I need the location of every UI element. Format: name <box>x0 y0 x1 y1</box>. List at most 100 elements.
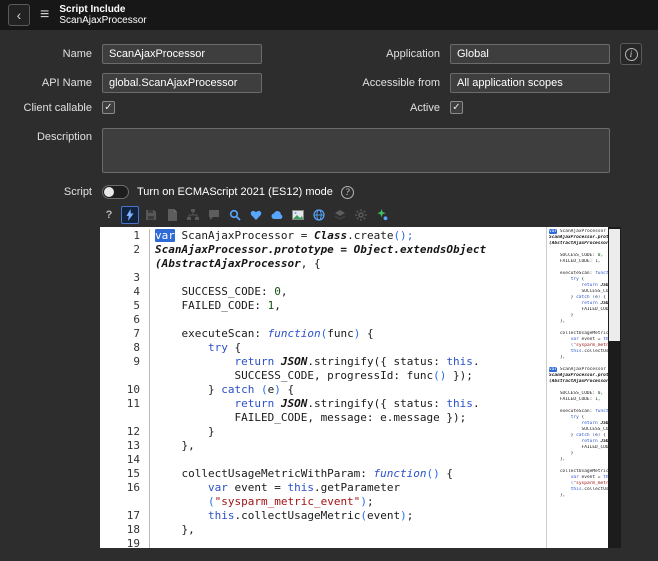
line-number: 18 <box>100 523 150 537</box>
es-mode-toggle-label: Turn on ECMAScript 2021 (ES12) mode <box>137 186 333 198</box>
code-line: ("sysparm_metric_event"); <box>100 495 546 509</box>
line-number: 19 <box>100 537 150 548</box>
record-name-label: ScanAjaxProcessor <box>59 15 147 26</box>
line-number <box>100 495 150 509</box>
active-label: Active <box>410 101 440 114</box>
code-line: 2 ScanAjaxProcessor.prototype = Object.ex… <box>100 243 546 257</box>
name-label: Name <box>62 48 92 60</box>
minimap-line: FAILED_CODE: 1, <box>549 259 601 264</box>
line-number: 6 <box>100 313 150 327</box>
code-line: 7 executeScan: function(func) { <box>100 327 546 341</box>
es-mode-toggle[interactable] <box>102 185 129 199</box>
format-code-button[interactable] <box>121 206 139 224</box>
code-line: SUCCESS_CODE, progressId: func() }); <box>100 369 546 383</box>
gear-button <box>352 206 370 224</box>
script-editor-toolbar: ? <box>100 205 621 225</box>
name-input[interactable] <box>102 44 262 64</box>
script-code-editor[interactable]: 1 var ScanAjaxProcessor = Class.create();… <box>100 227 621 548</box>
es-mode-toggle-group: Turn on ECMAScript 2021 (ES12) mode ? <box>102 185 610 199</box>
line-number <box>100 411 150 425</box>
minimap[interactable]: var ScanAjaxProcessor = Class.create();S… <box>546 227 608 548</box>
help-icon: ? <box>105 209 113 221</box>
line-number: 8 <box>100 341 150 355</box>
application-input[interactable] <box>450 44 610 64</box>
line-number <box>100 369 150 383</box>
cloud-icon <box>271 209 283 221</box>
code-line: 1 var ScanAjaxProcessor = Class.create(); <box>100 229 546 243</box>
line-number: 16 <box>100 481 150 495</box>
line-number: 9 <box>100 355 150 369</box>
editor-scrollbar[interactable] <box>608 227 621 548</box>
api-name-label: API Name <box>41 77 92 89</box>
record-type-label: Script Include <box>59 4 126 15</box>
cloud-button[interactable] <box>268 206 286 224</box>
code-line: 19 <box>100 537 546 548</box>
code-line: 16 var event = this.getParameter <box>100 481 546 495</box>
code-line: 3 <box>100 271 546 285</box>
script-include-form: Name Application i API Name Accessible f… <box>0 30 658 199</box>
ai-assist-button[interactable] <box>373 206 391 224</box>
image-icon <box>292 209 304 221</box>
record-title: Script Include ScanAjaxProcessor <box>59 4 146 26</box>
active-checkbox[interactable]: ✓ <box>450 101 463 114</box>
accessible-from-select[interactable] <box>450 73 610 93</box>
info-icon: i <box>624 47 638 61</box>
save-button <box>142 206 160 224</box>
help-button[interactable]: ? <box>100 206 118 224</box>
line-number: 14 <box>100 453 150 467</box>
line-number: 13 <box>100 439 150 453</box>
back-button[interactable]: ‹ <box>8 4 30 26</box>
line-number: 3 <box>100 271 150 285</box>
api-name-input[interactable] <box>102 73 262 93</box>
code-line: 15 collectUsageMetricWithParam: function… <box>100 467 546 481</box>
code-line: 6 <box>100 313 546 327</box>
code-line: 11 return JSON.stringify({ status: this. <box>100 397 546 411</box>
ai-assist-icon <box>376 209 388 221</box>
accessible-from-label: Accessible from <box>362 77 440 89</box>
line-number: 4 <box>100 285 150 299</box>
code-line: 17 this.collectUsageMetric(event); <box>100 509 546 523</box>
row-script: Script Turn on ECMAScript 2021 (ES12) mo… <box>0 185 658 199</box>
layers-icon <box>334 209 346 221</box>
line-number: 12 <box>100 425 150 439</box>
tree-button <box>184 206 202 224</box>
search-button[interactable] <box>226 206 244 224</box>
search-icon <box>229 209 241 221</box>
code-line: 8 try { <box>100 341 546 355</box>
application-label: Application <box>386 48 440 60</box>
toggle-knob <box>104 187 114 197</box>
code-line: 13 }, <box>100 439 546 453</box>
row-name-application: Name Application i <box>0 43 658 65</box>
line-number: 10 <box>100 383 150 397</box>
globe-help-icon <box>313 209 325 221</box>
code-line: 4 SUCCESS_CODE: 0, <box>100 285 546 299</box>
document-icon <box>166 209 178 221</box>
description-label: Description <box>36 131 92 143</box>
application-info-button[interactable]: i <box>620 43 642 65</box>
description-textarea[interactable] <box>102 128 610 173</box>
line-number: 5 <box>100 299 150 313</box>
bookmark-button[interactable] <box>247 206 265 224</box>
line-number: 17 <box>100 509 150 523</box>
code-line: 10 } catch (e) { <box>100 383 546 397</box>
gear-icon <box>355 209 367 221</box>
editor-scrollbar-thumb[interactable] <box>609 229 620 341</box>
code-line: 5 FAILED_CODE: 1, <box>100 299 546 313</box>
minimap-line: (AbstractAjaxProcessor, { <box>549 379 608 384</box>
line-number: 15 <box>100 467 150 481</box>
image-button[interactable] <box>289 206 307 224</box>
row-description: Description <box>0 128 658 173</box>
row-apiname-accessible: API Name Accessible from <box>0 73 658 93</box>
globe-help-button[interactable] <box>310 206 328 224</box>
line-number: 11 <box>100 397 150 411</box>
code-lines: 1 var ScanAjaxProcessor = Class.create();… <box>100 227 546 548</box>
client-callable-checkbox[interactable]: ✓ <box>102 101 115 114</box>
script-label: Script <box>63 186 92 198</box>
layers-button <box>331 206 349 224</box>
es-mode-help-icon[interactable]: ? <box>340 185 354 199</box>
context-menu-icon[interactable]: ≡ <box>40 6 49 24</box>
top-bar: ‹ ≡ Script Include ScanAjaxProcessor <box>0 0 658 30</box>
client-callable-label: Client callable <box>23 101 92 114</box>
code-line: 14 <box>100 453 546 467</box>
row-checkboxes: Client callable ✓ Active ✓ <box>0 101 658 114</box>
